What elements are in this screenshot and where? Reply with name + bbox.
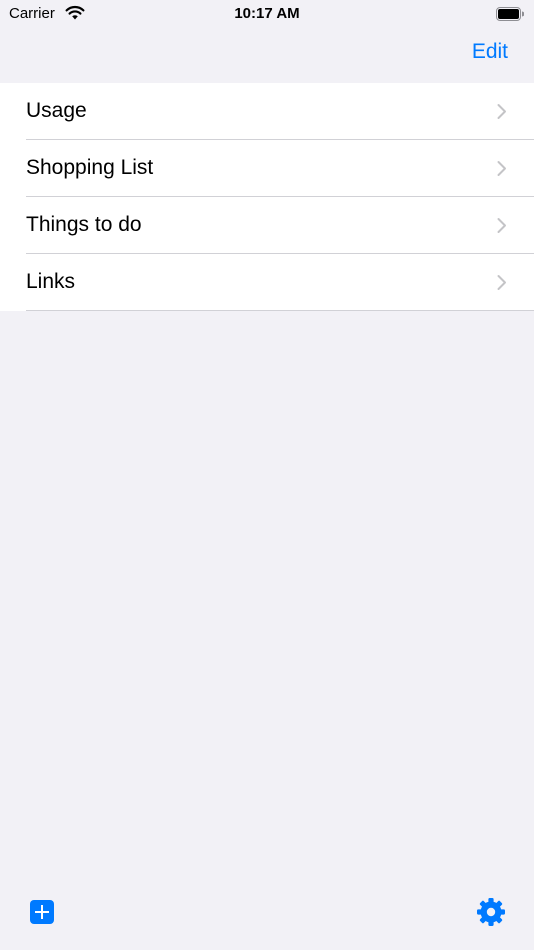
chevron-right-icon — [497, 275, 506, 290]
list-item-shopping-list[interactable]: Shopping List — [0, 140, 534, 197]
add-list-button[interactable] — [30, 900, 54, 924]
gear-icon[interactable] — [476, 897, 506, 927]
chevron-right-icon — [497, 161, 506, 176]
list-item-links[interactable]: Links — [0, 254, 534, 311]
list-item-usage[interactable]: Usage — [0, 83, 534, 140]
list-item-things-to-do[interactable]: Things to do — [0, 197, 534, 254]
battery-icon — [496, 7, 524, 21]
separator — [26, 310, 534, 311]
status-bar: Carrier 10:17 AM — [0, 0, 534, 30]
chevron-right-icon — [497, 218, 506, 233]
bottom-toolbar — [0, 890, 534, 950]
chevron-right-icon — [497, 104, 506, 119]
list-item-label: Usage — [26, 99, 87, 122]
screen: Carrier 10:17 AM Edit Usage Shopping Lis… — [0, 0, 534, 950]
list-item-label: Shopping List — [26, 156, 154, 179]
edit-button[interactable]: Edit — [472, 40, 508, 64]
status-time: 10:17 AM — [234, 5, 300, 22]
list-item-label: Links — [26, 270, 76, 293]
list-item-label: Things to do — [26, 213, 142, 236]
lists-table: Usage Shopping List Things to do Links — [0, 83, 534, 311]
navigation-bar: Edit — [0, 30, 534, 83]
